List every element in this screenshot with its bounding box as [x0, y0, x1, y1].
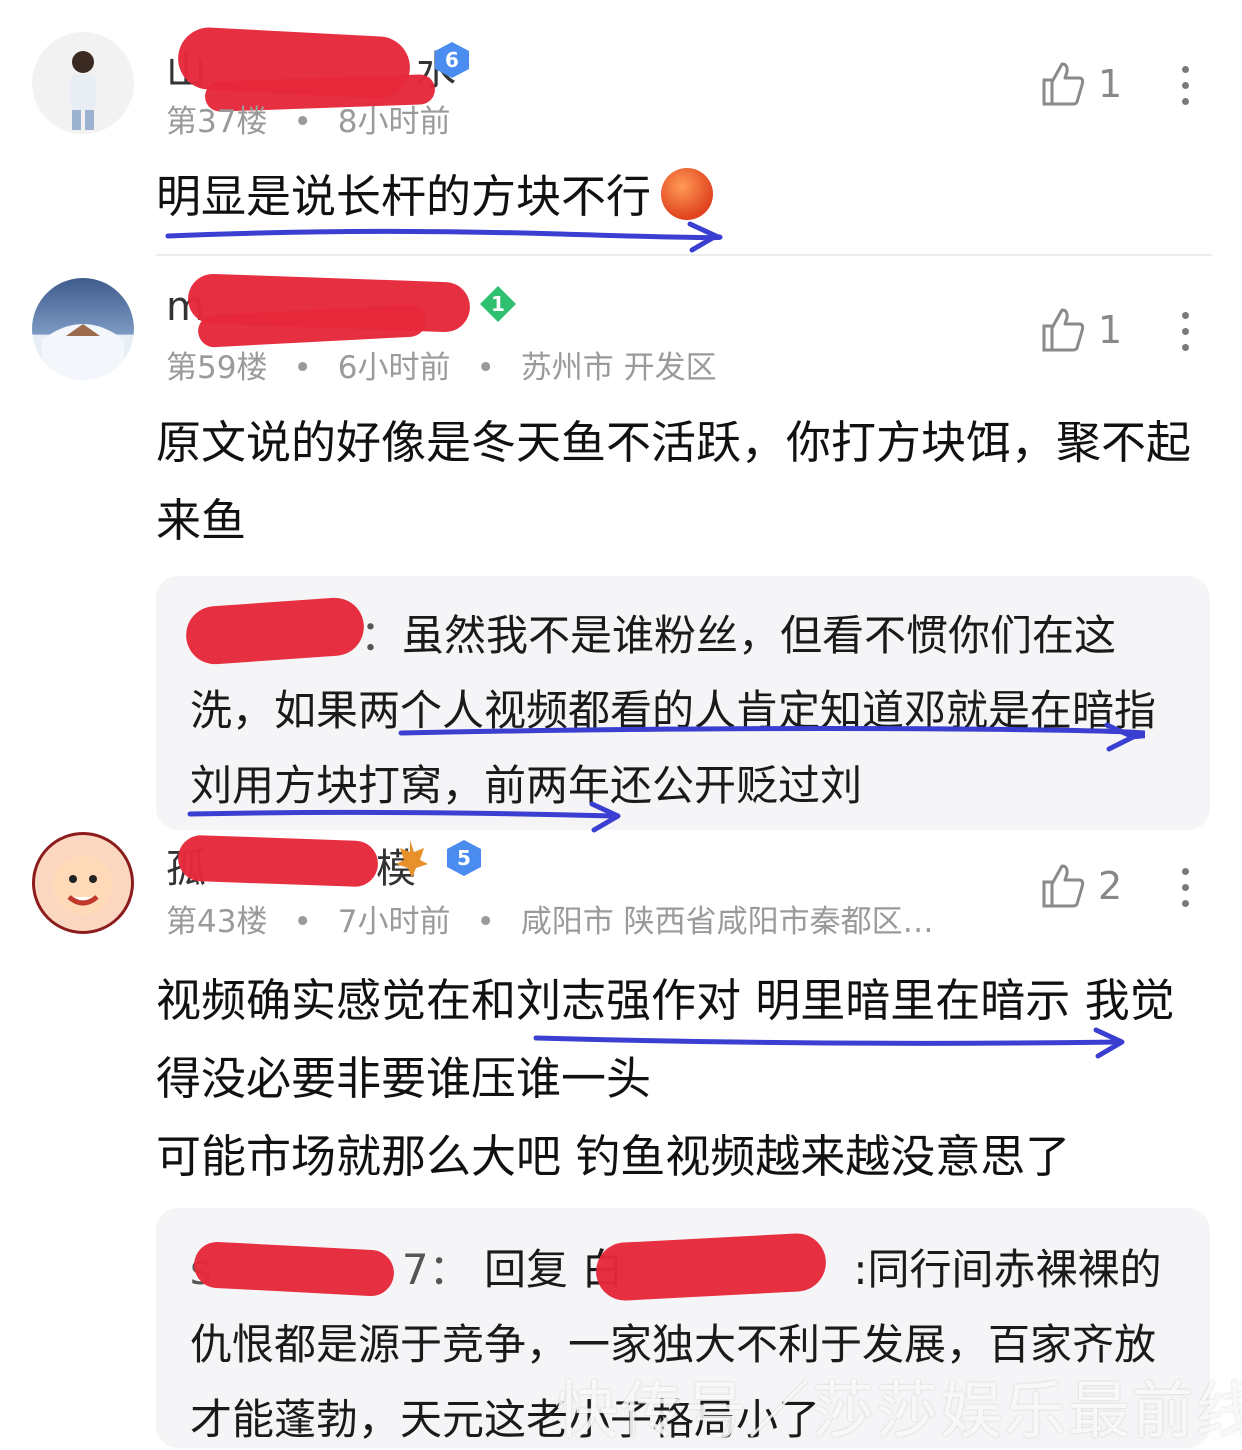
avatar[interactable] [32, 32, 134, 134]
post-time: 8小时前 [337, 104, 451, 140]
comment-meta: 第43楼 • 7小时前 • 咸阳市 陕西省咸阳市秦都区… [166, 904, 934, 940]
post-time: 7小时前 [337, 904, 451, 940]
level-badge: 1 [478, 284, 518, 324]
like-count: 1 [1098, 62, 1123, 106]
avatar[interactable] [32, 832, 134, 934]
redaction-mark [184, 595, 366, 667]
more-options-button[interactable] [1176, 306, 1194, 356]
reply-box[interactable]: ：虽然我不是谁粉丝，但看不惯你们在这洗，如果两个人视频都看的人肯定知道邓就是在暗… [156, 576, 1210, 830]
avatar[interactable] [32, 278, 134, 380]
floor-number: 第37楼 [166, 104, 268, 140]
post-time: 6小时前 [337, 350, 451, 386]
comment-meta: 第37楼 • 8小时前 [166, 104, 451, 140]
floor-number: 第43楼 [166, 904, 268, 940]
angry-face-icon [661, 168, 714, 220]
more-options-button[interactable] [1176, 60, 1194, 110]
thumbs-up-icon [1042, 308, 1085, 352]
comment-text: 原文说的好像是冬天鱼不活跃，你打方块饵，聚不起来鱼 [156, 416, 1192, 547]
level-badge: 5 [444, 838, 484, 878]
like-count: 2 [1098, 864, 1123, 908]
maple-leaf-icon [396, 840, 428, 878]
thumbs-up-icon [1042, 864, 1085, 908]
comment-meta: 第59楼 • 6小时前 • 苏州市 开发区 [166, 350, 717, 386]
like-button[interactable]: 1 [1040, 60, 1122, 108]
thumbs-up-icon [1042, 62, 1085, 106]
like-button[interactable]: 2 [1040, 862, 1122, 910]
like-count: 1 [1098, 308, 1123, 352]
reply-label: 回复 [483, 1245, 568, 1294]
location: 咸阳市 陕西省咸阳市秦都区… [520, 904, 934, 940]
watermark: 快传号／莎莎娱乐最前线 [556, 1374, 1242, 1447]
like-button[interactable]: 1 [1040, 306, 1122, 354]
comment-text: 明显是说长杆的方块不行 [156, 158, 1216, 236]
level-badge: 6 [432, 40, 472, 80]
divider [156, 254, 1212, 256]
location: 苏州市 开发区 [520, 350, 717, 386]
floor-number: 第59楼 [166, 350, 268, 386]
more-options-button[interactable] [1176, 862, 1194, 912]
redaction-mark [594, 1232, 828, 1302]
redaction-mark [177, 834, 379, 888]
comment-text: 视频确实感觉在和刘志强作对 明里暗里在暗示 我觉得没必要非要谁压谁一头 可能市场… [156, 974, 1175, 1183]
